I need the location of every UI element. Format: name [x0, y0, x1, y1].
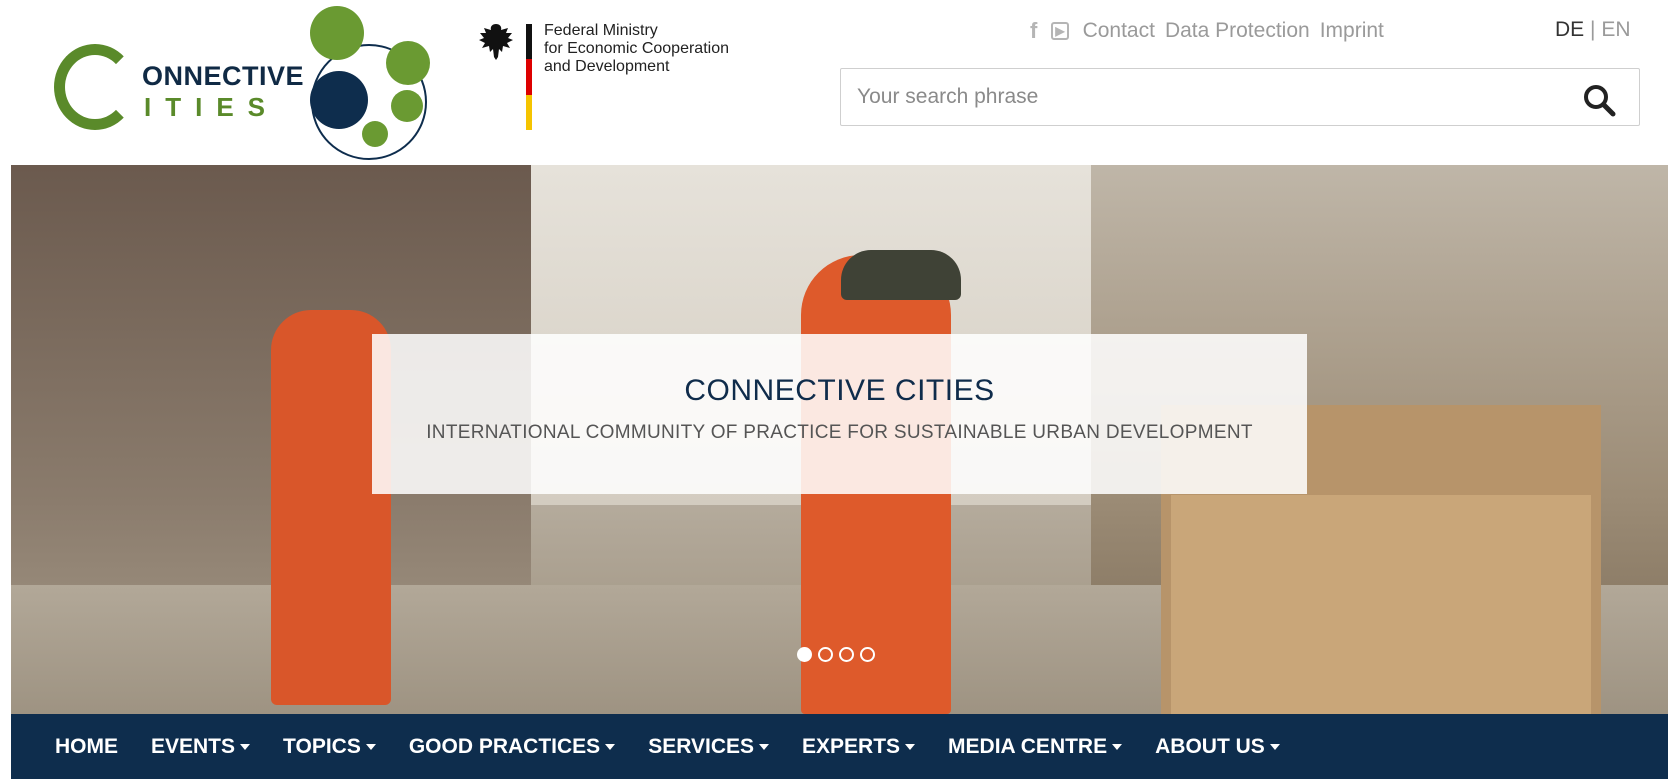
facebook-icon[interactable]: f — [1030, 18, 1037, 44]
nav-label: SERVICES — [648, 734, 755, 758]
logo-text-line1: ONNECTIVE — [142, 61, 305, 91]
logo-dot-small — [391, 90, 423, 122]
contact-link[interactable]: Contact — [1083, 19, 1155, 43]
nav-home[interactable]: HOME — [55, 735, 118, 759]
lang-en[interactable]: EN — [1601, 18, 1630, 41]
nav-services[interactable]: SERVICES — [648, 734, 770, 759]
caret-down-icon — [1269, 743, 1280, 750]
hero-caption: CONNECTIVE CITIES INTERNATIONAL COMMUNIT… — [372, 334, 1307, 494]
hero-carousel[interactable]: CONNECTIVE CITIES INTERNATIONAL COMMUNIT… — [11, 165, 1668, 714]
ministry-logo[interactable]: Federal Ministry for Economic Cooperatio… — [478, 22, 748, 132]
connective-cities-logo[interactable]: ONNECTIVE ITIES — [52, 6, 437, 160]
logo-dot-bottom — [362, 121, 388, 147]
carousel-dot-2[interactable] — [818, 647, 833, 662]
hero-title: CONNECTIVE CITIES — [684, 374, 995, 407]
caret-down-icon — [1112, 743, 1123, 750]
logo-text-line2: ITIES — [144, 92, 280, 122]
language-switcher: DE | EN — [1555, 18, 1631, 42]
data-protection-link[interactable]: Data Protection — [1165, 19, 1310, 43]
lang-separator: | — [1590, 18, 1596, 41]
eagle-icon — [479, 24, 513, 60]
nav-label: TOPICS — [283, 734, 361, 758]
caret-down-icon — [240, 743, 251, 750]
caret-down-icon — [905, 743, 916, 750]
nav-label: GOOD PRACTICES — [408, 734, 601, 758]
imprint-link[interactable]: Imprint — [1320, 19, 1384, 43]
nav-label: ABOUT US — [1155, 734, 1265, 758]
logo-dot-navy — [310, 71, 368, 129]
caret-down-icon — [759, 743, 770, 750]
ministry-name: Federal Ministry for Economic Cooperatio… — [544, 22, 729, 75]
search-icon[interactable] — [1581, 82, 1617, 118]
carousel-dot-4[interactable] — [860, 647, 875, 662]
nav-label: HOME — [55, 734, 118, 758]
carousel-indicators — [797, 647, 875, 662]
nav-topics[interactable]: TOPICS — [283, 735, 376, 759]
hero-cart-box — [1171, 495, 1591, 714]
nav-about-us[interactable]: ABOUT US — [1155, 735, 1280, 759]
nav-good-practices[interactable]: GOOD PRACTICES — [408, 734, 616, 759]
site-header: ONNECTIVE ITIES Federal Ministry for Eco… — [0, 0, 1668, 165]
top-links: f ▶ Contact Data Protection Imprint — [1030, 16, 1394, 46]
nav-events[interactable]: EVENTS — [151, 734, 251, 759]
caret-down-icon — [605, 743, 616, 750]
nav-label: EXPERTS — [802, 734, 901, 758]
logo-dot-top — [310, 6, 364, 60]
hero-worker-cap — [841, 250, 961, 300]
nav-label: EVENTS — [151, 734, 236, 758]
nav-label: MEDIA CENTRE — [948, 734, 1108, 758]
carousel-dot-3[interactable] — [839, 647, 854, 662]
hero-subtitle: INTERNATIONAL COMMUNITY OF PRACTICE FOR … — [426, 422, 1253, 443]
search-box — [840, 68, 1640, 126]
lang-de[interactable]: DE — [1555, 18, 1584, 41]
youtube-icon[interactable]: ▶ — [1051, 22, 1069, 40]
german-flag — [526, 24, 532, 130]
nav-media-centre[interactable]: MEDIA CENTRE — [948, 734, 1123, 759]
main-nav: HOME EVENTS TOPICS GOOD PRACTICES SERVIC… — [11, 714, 1668, 779]
nav-experts[interactable]: EXPERTS — [802, 734, 916, 759]
carousel-dot-1[interactable] — [797, 647, 812, 662]
logo-dot-right — [386, 41, 430, 85]
caret-down-icon — [365, 743, 376, 750]
search-input[interactable] — [857, 69, 1537, 125]
logo-c-mark — [54, 44, 136, 130]
